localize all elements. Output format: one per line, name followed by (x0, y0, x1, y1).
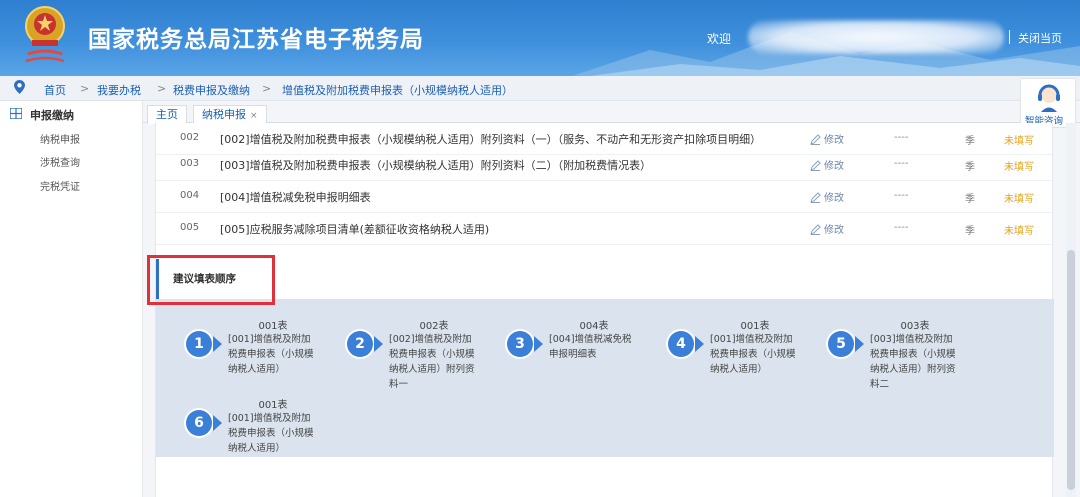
step-form-desc: [001]增值税及附加税费申报表（小规模纳税人适用） (710, 334, 796, 375)
status-dash: ---- (894, 158, 909, 169)
sidebar-item-tax-query[interactable]: 涉税查询 (40, 154, 80, 169)
header-divider (1009, 30, 1010, 44)
step-number: 5 (828, 331, 854, 357)
order-step: 3 004表 [004]增值税减免税申报明细表 (507, 317, 657, 397)
step-arrow-icon (534, 336, 543, 352)
pencil-icon (810, 160, 821, 171)
edit-label: 修改 (824, 225, 844, 236)
step-arrow-icon (695, 336, 704, 352)
breadcrumb: 首页 > 我要办税 > 税费申报及缴纳 > 增值税及附加税费申报表（小规模纳税人… (0, 76, 1080, 101)
edit-link[interactable]: 修改 (810, 221, 844, 236)
tab-tax-filing[interactable]: 纳税申报 × (193, 105, 267, 124)
step-form-code: 001表 (258, 321, 288, 332)
breadcrumb-separator: > (262, 82, 272, 95)
pencil-icon (810, 134, 821, 145)
fill-status: 未填写 (1004, 162, 1034, 173)
step-arrow-icon (213, 336, 222, 352)
smart-consult-widget[interactable]: 智能咨询 (1020, 78, 1076, 128)
row-number: 003 (180, 158, 200, 169)
step-arrow-icon (213, 415, 222, 431)
pencil-icon (810, 224, 821, 235)
step-number: 2 (347, 331, 373, 357)
period-label: 季 (965, 162, 975, 173)
headset-agent-icon (1038, 84, 1060, 112)
step-form-desc: [001]增值税及附加税费申报表（小规模纳税人适用） (228, 413, 314, 454)
order-step: 2 002表 [002]增值税及附加税费申报表（小规模纳税人适用）附列资料一 (347, 317, 497, 397)
sidebar-heading[interactable]: 申报缴纳 (30, 107, 74, 123)
step-form-code: 004表 (579, 321, 609, 332)
form-name: [002]增值税及附加税费申报表（小规模纳税人适用）附列资料（一）（服务、不动产… (220, 133, 762, 146)
step-form-code: 001表 (258, 400, 288, 411)
fill-order-flow: 1 001表 [001]增值税及附加税费申报表（小规模纳税人适用） 2 002表… (156, 299, 1054, 457)
edit-link[interactable]: 修改 (810, 131, 844, 146)
pencil-icon (810, 192, 821, 203)
step-arrow-icon (374, 336, 383, 352)
highlight-box (147, 255, 275, 305)
period-label: 季 (965, 194, 975, 205)
breadcrumb-declaration[interactable]: 税费申报及缴纳 (173, 82, 250, 98)
edit-label: 修改 (824, 193, 844, 204)
order-step: 1 001表 [001]增值税及附加税费申报表（小规模纳税人适用） (186, 317, 336, 397)
step-form-desc: [002]增值税及附加税费申报表（小规模纳税人适用）附列资料一 (389, 334, 475, 390)
order-step: 6 001表 [001]增值税及附加税费申报表（小规模纳税人适用） (186, 396, 336, 476)
table-row: 005 [005]应税服务减除项目清单(差额征收资格纳税人适用) 修改 ----… (156, 213, 1054, 245)
period-label: 季 (965, 136, 975, 147)
breadcrumb-home[interactable]: 首页 (44, 82, 66, 98)
blurred-username (748, 20, 1004, 54)
form-name: [005]应税服务减除项目清单(差额征收资格纳税人适用) (220, 223, 490, 236)
tax-emblem-icon (25, 6, 65, 63)
site-header: 国家税务总局江苏省电子税务局 欢迎 关闭当页 (0, 0, 1080, 76)
form-name: [003]增值税及附加税费申报表（小规模纳税人适用）附列资料（二）（附加税费情况… (220, 159, 652, 172)
site-title: 国家税务总局江苏省电子税务局 (88, 27, 424, 53)
location-pin-icon (14, 80, 25, 94)
period-label: 季 (965, 226, 975, 237)
scrollbar-thumb[interactable] (1067, 250, 1075, 490)
step-number: 1 (186, 331, 212, 357)
breadcrumb-separator: > (80, 82, 90, 95)
row-number: 002 (180, 132, 200, 143)
edit-label: 修改 (824, 135, 844, 146)
tab-bar: 主页 纳税申报 × (143, 101, 1080, 124)
close-icon[interactable]: × (250, 111, 258, 121)
fill-status: 未填写 (1004, 194, 1034, 205)
fill-status: 未填写 (1004, 136, 1034, 147)
breadcrumb-tax-services[interactable]: 我要办税 (97, 82, 141, 98)
sidebar-item-tax-certificate[interactable]: 完税凭证 (40, 178, 80, 193)
tab-home[interactable]: 主页 (147, 105, 187, 124)
step-form-code: 003表 (900, 321, 930, 332)
status-dash: ---- (894, 190, 909, 201)
table-row: 004 [004]增值税减免税申报明细表 修改 ---- 季 未填写 (156, 181, 1054, 213)
tab-tax-filing-label: 纳税申报 (202, 108, 246, 121)
edit-link[interactable]: 修改 (810, 189, 844, 204)
breadcrumb-separator: > (157, 82, 167, 95)
step-form-desc: [003]增值税及附加税费申报表（小规模纳税人适用）附列资料二 (870, 334, 956, 390)
step-form-code: 002表 (419, 321, 449, 332)
step-number: 4 (668, 331, 694, 357)
step-number: 6 (186, 410, 212, 436)
edit-label: 修改 (824, 161, 844, 172)
row-number: 004 (180, 190, 200, 201)
edit-link[interactable]: 修改 (810, 157, 844, 172)
close-page-link[interactable]: 关闭当页 (1018, 30, 1062, 46)
status-dash: ---- (894, 132, 909, 143)
grid-icon (10, 108, 22, 119)
step-form-desc: [001]增值税及附加税费申报表（小规模纳税人适用） (228, 334, 314, 375)
status-dash: ---- (894, 222, 909, 233)
order-step: 4 001表 [001]增值税及附加税费申报表（小规模纳税人适用） (668, 317, 818, 397)
step-form-desc: [004]增值税减免税申报明细表 (549, 334, 632, 360)
fill-status: 未填写 (1004, 226, 1034, 237)
left-sidebar: 申报缴纳 纳税申报 涉税查询 完税凭证 (0, 101, 143, 497)
welcome-text: 欢迎 (707, 32, 732, 46)
order-step: 5 003表 [003]增值税及附加税费申报表（小规模纳税人适用）附列资料二 (828, 317, 978, 397)
step-arrow-icon (855, 336, 864, 352)
step-number: 3 (507, 331, 533, 357)
table-row: 003 [003]增值税及附加税费申报表（小规模纳税人适用）附列资料（二）（附加… (156, 149, 1054, 181)
sidebar-item-tax-filing[interactable]: 纳税申报 (40, 131, 80, 146)
breadcrumb-current: 增值税及附加税费申报表（小规模纳税人适用） (282, 84, 513, 97)
row-number: 005 (180, 222, 200, 233)
main-content: 002 [002]增值税及附加税费申报表（小规模纳税人适用）附列资料（一）（服务… (155, 123, 1054, 497)
form-name: [004]增值税减免税申报明细表 (220, 191, 371, 204)
step-form-code: 001表 (740, 321, 770, 332)
